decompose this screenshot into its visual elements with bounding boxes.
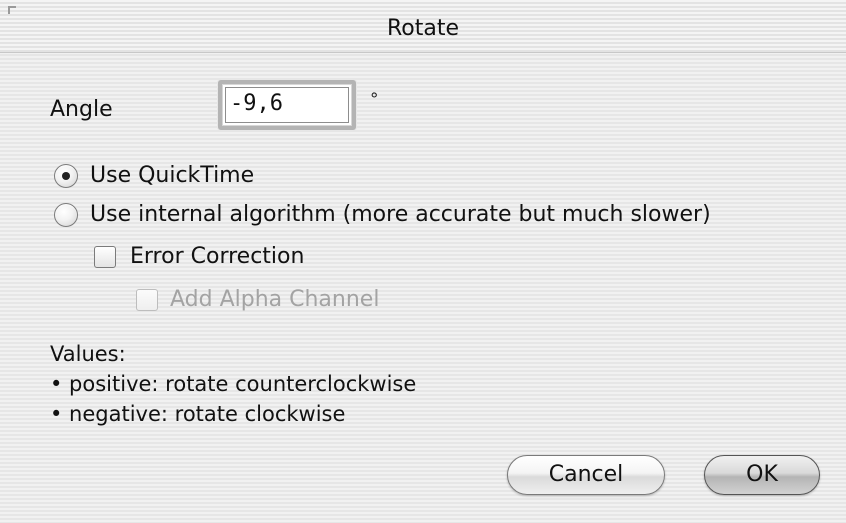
- add-alpha-channel-checkbox[interactable]: [136, 289, 158, 311]
- error-correction-label[interactable]: Error Correction: [130, 244, 304, 269]
- angle-label: Angle: [50, 97, 113, 122]
- use-internal-algorithm-label[interactable]: Use internal algorithm (more accurate bu…: [90, 202, 711, 227]
- ok-button[interactable]: OK: [704, 455, 820, 495]
- use-internal-algorithm-radio[interactable]: [54, 203, 78, 227]
- window-corner-icon: [8, 6, 16, 14]
- angle-input[interactable]: -9,6: [218, 80, 356, 130]
- degree-unit: °: [370, 90, 379, 110]
- window-title: Rotate: [386, 16, 460, 41]
- use-quicktime-radio[interactable]: [54, 164, 78, 188]
- rotate-dialog: Rotate Angle -9,6 ° Use QuickTime Use in…: [0, 0, 846, 523]
- cancel-button[interactable]: Cancel: [507, 455, 665, 495]
- error-correction-checkbox[interactable]: [94, 246, 116, 268]
- angle-value[interactable]: -9,6: [230, 91, 283, 116]
- add-alpha-channel-label[interactable]: Add Alpha Channel: [170, 287, 379, 312]
- values-heading: Values:: [50, 342, 126, 366]
- use-quicktime-label[interactable]: Use QuickTime: [90, 163, 254, 188]
- negative-hint: • negative: rotate clockwise: [50, 402, 346, 426]
- title-bar: Rotate: [0, 0, 846, 53]
- positive-hint: • positive: rotate counterclockwise: [50, 372, 417, 396]
